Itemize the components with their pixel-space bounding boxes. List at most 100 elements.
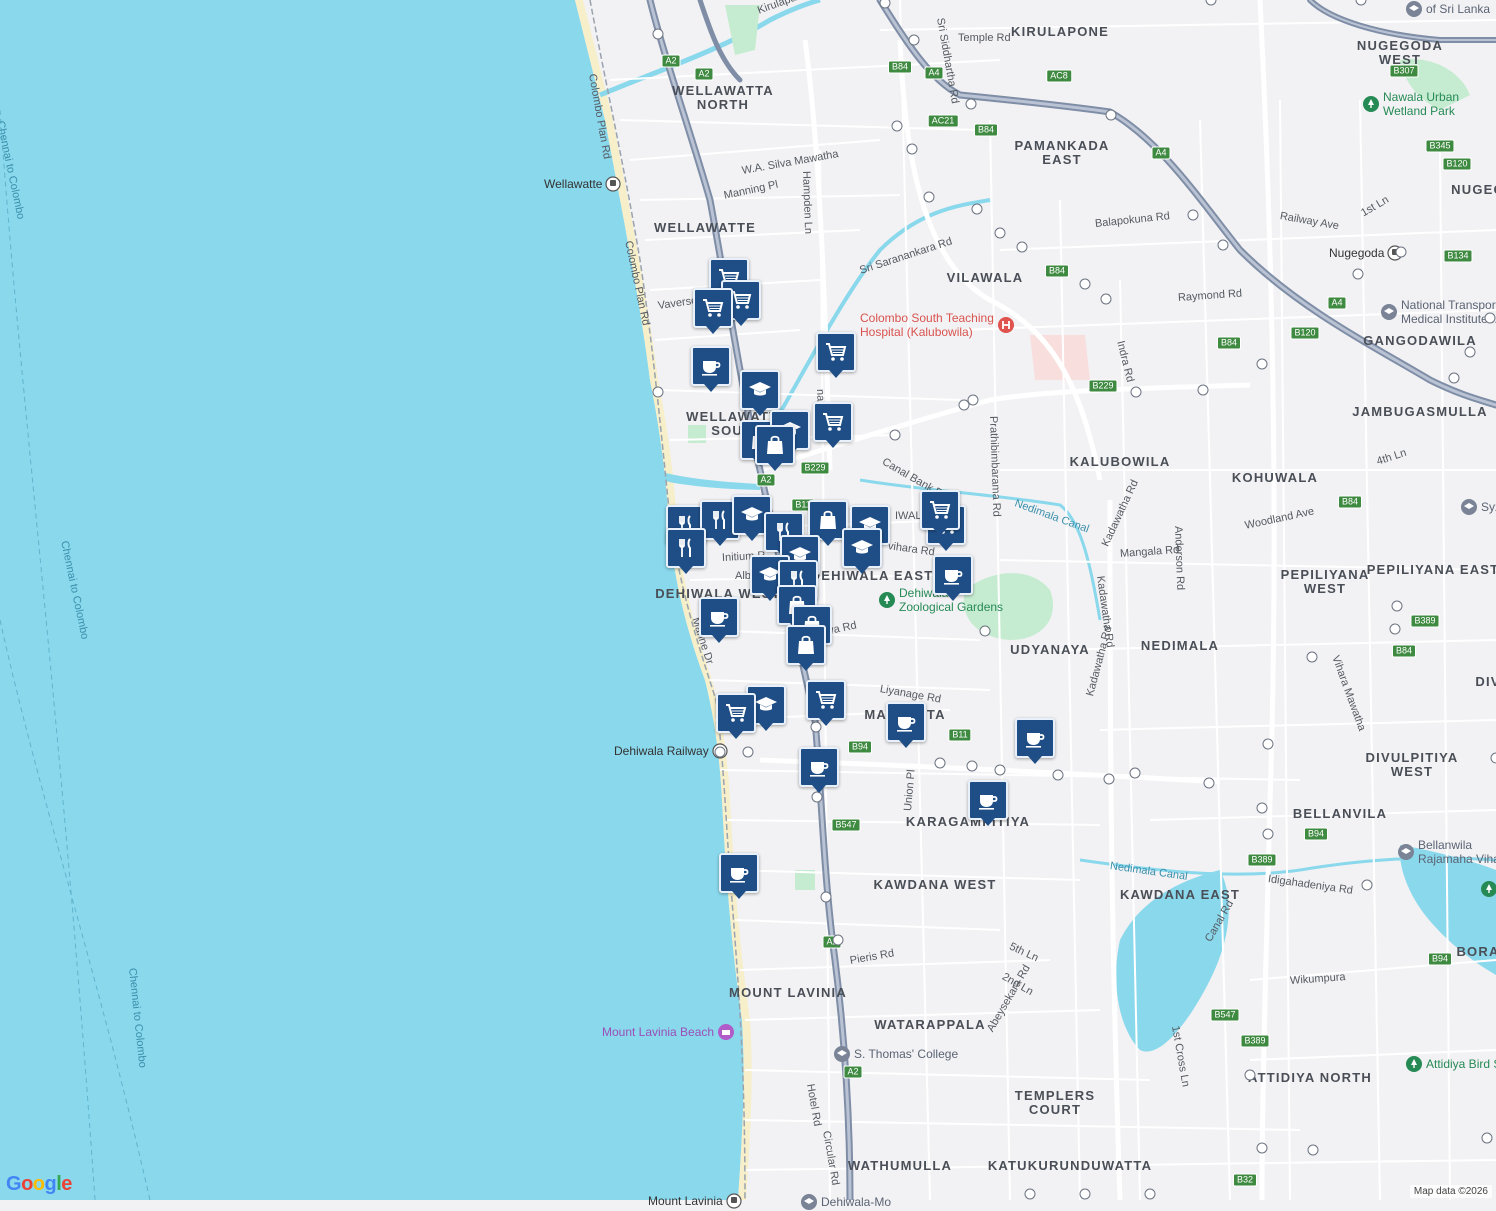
poi-dehiwala-railway[interactable]: Dehiwala Railway [614, 743, 728, 759]
bus-stop-icon[interactable] [967, 761, 978, 772]
bus-stop-icon[interactable] [743, 747, 754, 758]
map-marker-cup[interactable] [933, 555, 973, 595]
poi-of-sri-lanka[interactable]: of Sri Lanka [1405, 0, 1490, 18]
poi-weras-lake[interactable]: Weras Lake [1480, 880, 1496, 898]
bus-stop-icon[interactable] [935, 758, 946, 769]
map-data-attribution[interactable]: Map data ©2026 [1410, 1185, 1492, 1198]
poi-s-thomas-college[interactable]: S. Thomas' College [833, 1045, 958, 1063]
road-shield-b307: B307 [1389, 65, 1418, 78]
map-marker-cart[interactable] [920, 490, 960, 530]
poi-wellawatte-station[interactable]: Wellawatte [544, 176, 621, 192]
bus-stop-icon[interactable] [1449, 373, 1460, 384]
map-marker-cup[interactable] [1015, 718, 1055, 758]
bus-stop-icon[interactable] [1307, 652, 1318, 663]
poi-syzygy[interactable]: Syzygy [1460, 498, 1496, 516]
bus-stop-icon[interactable] [1485, 313, 1496, 324]
bus-stop-icon[interactable] [972, 204, 983, 215]
bus-stop-icon[interactable] [995, 765, 1006, 776]
map-marker-cart[interactable] [806, 680, 846, 720]
bus-stop-icon[interactable] [1131, 387, 1142, 398]
bus-stop-icon[interactable] [1017, 242, 1028, 253]
bus-stop-icon[interactable] [1101, 294, 1112, 305]
bus-stop-icon[interactable] [1080, 279, 1091, 290]
poi-mount-lavinia-station[interactable]: Mount Lavinia [648, 1193, 742, 1209]
map-canvas[interactable]: KIRULAPONENUGEGODA WESTWELLAWATTA NORTHP… [0, 0, 1496, 1200]
beach-icon [714, 1024, 735, 1038]
map-marker-cart[interactable] [813, 402, 853, 442]
bus-stop-icon[interactable] [1025, 1189, 1036, 1200]
bus-stop-icon[interactable] [1308, 1145, 1319, 1156]
poi-label-text: Attidiya Bird S [1426, 1057, 1496, 1071]
road-shield-a2-3: A2 [756, 474, 775, 487]
bus-stop-icon[interactable] [1104, 774, 1115, 785]
map-marker-school[interactable] [740, 370, 780, 410]
poi-bellanwila-vihara[interactable]: Bellanwila Rajamaha Vihara [1397, 838, 1496, 866]
map-marker-cart[interactable] [716, 693, 756, 733]
bus-stop-icon[interactable] [1396, 247, 1407, 258]
bus-stop-icon[interactable] [1198, 385, 1209, 396]
bus-stop-icon[interactable] [1245, 1070, 1256, 1081]
poi-colombo-south-hospital[interactable]: Colombo South Teaching Hospital (Kalubow… [860, 311, 1015, 339]
transit-icon [602, 176, 621, 190]
map-marker-cup[interactable] [699, 597, 739, 637]
bus-stop-icon[interactable] [1204, 778, 1215, 789]
bus-stop-icon[interactable] [966, 99, 977, 110]
bus-stop-icon[interactable] [890, 430, 901, 441]
map-marker-cup[interactable] [799, 747, 839, 787]
bus-stop-icon[interactable] [1263, 739, 1274, 750]
bus-stop-icon[interactable] [1491, 753, 1496, 764]
bus-stop-icon[interactable] [1053, 770, 1064, 781]
map-marker-cup[interactable] [886, 702, 926, 742]
bus-stop-icon[interactable] [1362, 880, 1373, 891]
bus-stop-icon[interactable] [1482, 1133, 1493, 1144]
bus-stop-icon[interactable] [1465, 347, 1476, 358]
poi-mount-lavinia-beach[interactable]: Mount Lavinia Beach [602, 1023, 735, 1041]
bus-stop-icon[interactable] [1390, 624, 1401, 635]
poi-nugegoda-station[interactable]: Nugegoda [1329, 245, 1403, 261]
bus-stop-icon[interactable] [812, 792, 823, 803]
bus-stop-icon[interactable] [995, 228, 1006, 239]
map-marker-fork[interactable] [666, 528, 706, 568]
poi-label-text: Nugegoda [1329, 246, 1384, 260]
bus-stop-icon[interactable] [1130, 768, 1141, 779]
road-shield-b389-2: B389 [1247, 854, 1276, 867]
poi-attidiya-bird[interactable]: Attidiya Bird S [1405, 1055, 1496, 1073]
road-shield-b229-1: B229 [1088, 380, 1117, 393]
coffee-cup-icon [941, 563, 965, 587]
bus-stop-icon[interactable] [1188, 210, 1199, 221]
bus-stop-icon[interactable] [907, 144, 918, 155]
map-marker-bag[interactable] [755, 425, 795, 465]
bus-stop-icon[interactable] [924, 192, 935, 203]
map-marker-cup[interactable] [968, 780, 1008, 820]
map-marker-bag[interactable] [786, 625, 826, 665]
map-marker-cart[interactable] [693, 288, 733, 328]
map-marker-cart[interactable] [816, 332, 856, 372]
poi-dehiwala-mount[interactable]: Dehiwala-Mo [800, 1193, 891, 1211]
bus-stop-icon[interactable] [821, 892, 832, 903]
bus-stop-icon[interactable] [1353, 269, 1364, 280]
bus-stop-icon[interactable] [1392, 601, 1403, 612]
bus-stop-icon[interactable] [892, 121, 903, 132]
bus-stop-icon[interactable] [715, 747, 726, 758]
map-marker-cup[interactable] [691, 346, 731, 386]
poi-ntmi[interactable]: National Transport Medical Institute... [1380, 298, 1496, 326]
bus-stop-icon[interactable] [1145, 1189, 1156, 1200]
bus-stop-icon[interactable] [1080, 1189, 1091, 1200]
bus-stop-icon[interactable] [833, 935, 844, 946]
bus-stop-icon[interactable] [1257, 803, 1268, 814]
bus-stop-icon[interactable] [1263, 829, 1274, 840]
bus-stop-icon[interactable] [1218, 240, 1229, 251]
bus-stop-icon[interactable] [1106, 110, 1117, 121]
bus-stop-icon[interactable] [1257, 359, 1268, 370]
bus-stop-icon[interactable] [968, 395, 979, 406]
bus-stop-icon[interactable] [653, 387, 664, 398]
bus-stop-icon[interactable] [909, 35, 920, 46]
map-marker-cup[interactable] [719, 853, 759, 893]
poi-nawala-wetland[interactable]: Nawala Urban Wetland Park [1362, 90, 1459, 118]
bus-stop-icon[interactable] [980, 626, 991, 637]
bus-stop-icon[interactable] [653, 29, 664, 40]
bus-stop-icon[interactable] [1257, 1143, 1268, 1154]
school-icon [1380, 304, 1401, 318]
poi-label-text: Mount Lavinia [648, 1194, 723, 1208]
map-marker-school[interactable] [842, 528, 882, 568]
